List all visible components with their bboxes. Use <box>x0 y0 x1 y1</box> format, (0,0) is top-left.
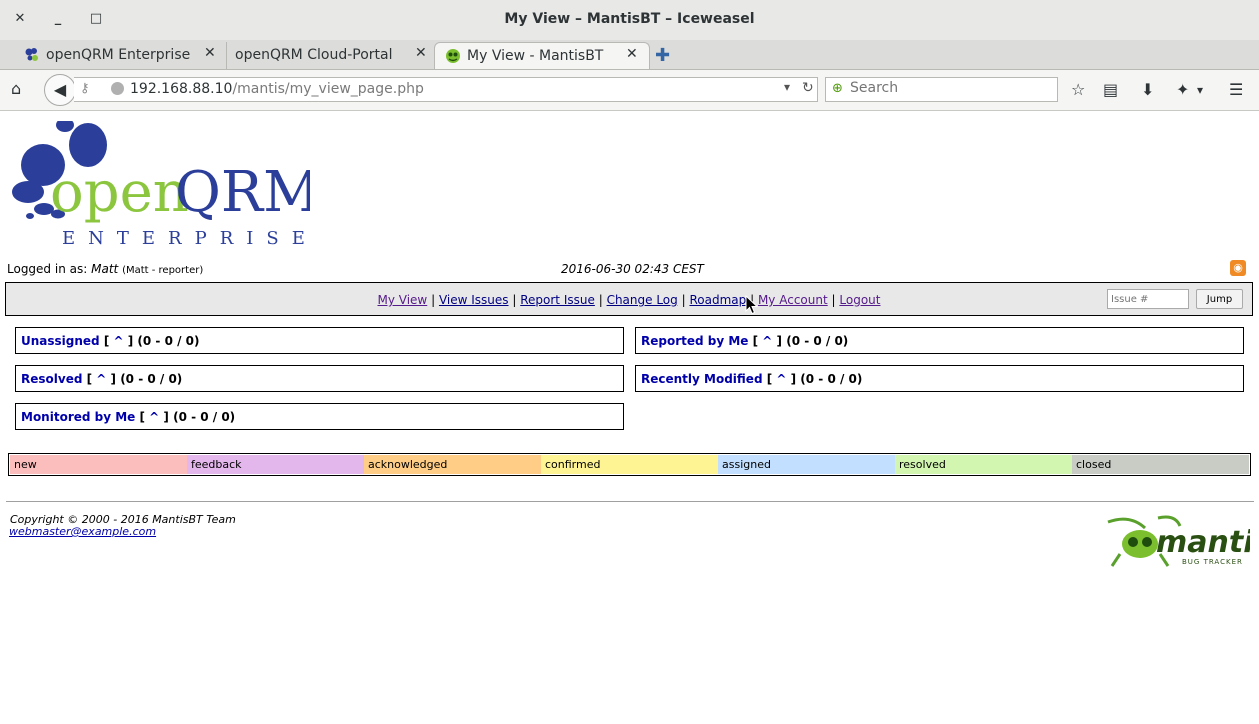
svg-text:ENTERPRISE: ENTERPRISE <box>62 228 310 247</box>
monitored-by-me-collapse-link[interactable]: ^ <box>149 410 159 424</box>
legend-status-assigned: assigned <box>718 455 895 474</box>
menu-separator: | <box>512 293 517 307</box>
svg-text:mantis: mantis <box>1156 525 1250 560</box>
webmaster-email-link[interactable]: webmaster@example.com <box>9 525 156 538</box>
url-bar[interactable]: ⚷ 192.168.88.10/mantis/my_view_page.php … <box>74 77 818 102</box>
back-button[interactable]: ◀ <box>44 74 76 106</box>
bookmarks-list-icon[interactable]: ▤ <box>1103 80 1118 99</box>
reload-icon[interactable]: ↻ <box>802 80 814 96</box>
addon-icon[interactable]: ✦ <box>1176 80 1189 99</box>
bookmark-star-icon[interactable]: ☆ <box>1071 80 1085 99</box>
resolved-box: Resolved [ ^ ] (0 - 0 / 0) <box>15 365 624 392</box>
reported-by-me-counts: (0 - 0 / 0) <box>786 334 849 348</box>
tab-strip: openQRM Enterprise ... ✕ openQRM Cloud-P… <box>0 40 1259 70</box>
web-content: open QRM ENTERPRISE Logged in as: Matt (… <box>0 111 1259 724</box>
status-color-legend: new feedback acknowledged confirmed assi… <box>8 453 1251 476</box>
svg-text:open: open <box>50 160 189 225</box>
url-history-dropdown-icon[interactable]: ▾ <box>784 80 790 94</box>
search-box[interactable]: ⊕ <box>825 77 1058 102</box>
main-menu-bar: My View | View Issues | Report Issue | C… <box>5 282 1253 316</box>
menu-logout-link[interactable]: Logout <box>839 293 880 307</box>
rss-feed-icon[interactable]: ◉ <box>1230 260 1246 276</box>
recently-modified-link[interactable]: Recently Modified <box>641 372 763 386</box>
legend-status-confirmed: confirmed <box>541 455 718 474</box>
monitored-by-me-counts: (0 - 0 / 0) <box>173 410 236 424</box>
legend-status-closed: closed <box>1072 455 1249 474</box>
username: Matt <box>91 262 119 276</box>
reported-by-me-collapse-link[interactable]: ^ <box>762 334 772 348</box>
tab-my-view-mantisbt[interactable]: My View - MantisBT ✕ <box>434 42 650 69</box>
downloads-icon[interactable]: ⬇ <box>1141 80 1154 99</box>
key-icon[interactable]: ⚷ <box>80 81 90 96</box>
legend-status-acknowledged: acknowledged <box>364 455 541 474</box>
legend-status-new: new <box>10 455 187 474</box>
search-engine-icon[interactable]: ⊕ <box>832 81 843 96</box>
footer-divider <box>6 501 1254 502</box>
recently-modified-collapse-link[interactable]: ^ <box>776 372 786 386</box>
monitored-by-me-box: Monitored by Me [ ^ ] (0 - 0 / 0) <box>15 403 624 430</box>
menu-change-log-link[interactable]: Change Log <box>607 293 678 307</box>
resolved-link[interactable]: Resolved <box>21 372 82 386</box>
menu-hamburger-icon[interactable]: ☰ <box>1229 80 1243 99</box>
unassigned-collapse-link[interactable]: ^ <box>114 334 124 348</box>
legend-status-feedback: feedback <box>187 455 364 474</box>
new-tab-button[interactable]: ✚ <box>655 45 670 66</box>
tab-openqrm-enterprise[interactable]: openQRM Enterprise ... ✕ <box>16 42 226 69</box>
tab-label: My View - MantisBT <box>467 48 604 64</box>
svg-text:QRM: QRM <box>175 160 310 225</box>
window-title: My View – MantisBT – Iceweasel <box>504 11 755 27</box>
home-button[interactable]: ⌂ <box>11 79 21 98</box>
reported-by-me-link[interactable]: Reported by Me <box>641 334 748 348</box>
menu-my-view-link[interactable]: My View <box>378 293 428 307</box>
menu-my-account-link[interactable]: My Account <box>758 293 828 307</box>
svg-text:BUG TRACKER: BUG TRACKER <box>1182 558 1243 566</box>
jump-button[interactable]: Jump <box>1196 289 1243 309</box>
addon-dropdown-icon[interactable]: ▾ <box>1197 83 1203 97</box>
tab-openqrm-cloud-portal[interactable]: openQRM Cloud-Portal ✕ <box>226 42 434 69</box>
user-role: (Matt - reporter) <box>122 265 204 276</box>
menu-view-issues-link[interactable]: View Issues <box>439 293 509 307</box>
globe-icon[interactable] <box>111 82 124 95</box>
unassigned-link[interactable]: Unassigned <box>21 334 100 348</box>
legend-status-resolved: resolved <box>895 455 1072 474</box>
menu-report-issue-link[interactable]: Report Issue <box>520 293 595 307</box>
menu-roadmap-link[interactable]: Roadmap <box>689 293 746 307</box>
current-datetime: 2016-06-30 02:43 CEST <box>561 262 704 276</box>
menu-separator: | <box>831 293 836 307</box>
resolved-counts: (0 - 0 / 0) <box>120 372 183 386</box>
tab-label: openQRM Enterprise ... <box>46 47 196 63</box>
mantis-bug-tracker-logo[interactable]: mantis BUG TRACKER <box>1100 514 1250 568</box>
menu-separator: | <box>598 293 603 307</box>
mouse-cursor-icon <box>745 295 759 315</box>
openqrm-favicon-icon <box>25 48 38 61</box>
tab-close-icon[interactable]: ✕ <box>204 45 216 61</box>
window-titlebar: ✕ _ □ My View – MantisBT – Iceweasel <box>0 0 1259 41</box>
unassigned-box: Unassigned [ ^ ] (0 - 0 / 0) <box>15 327 624 354</box>
unassigned-counts: (0 - 0 / 0) <box>137 334 200 348</box>
issue-number-input[interactable] <box>1107 289 1189 309</box>
mantis-favicon-icon <box>446 49 460 63</box>
menu-separator: | <box>431 293 436 307</box>
monitored-by-me-link[interactable]: Monitored by Me <box>21 410 135 424</box>
menu-separator: | <box>681 293 686 307</box>
tab-label: openQRM Cloud-Portal <box>235 47 393 63</box>
resolved-collapse-link[interactable]: ^ <box>96 372 106 386</box>
url-text[interactable]: 192.168.88.10/mantis/my_view_page.php <box>130 81 424 97</box>
search-input[interactable] <box>848 79 1052 97</box>
reported-by-me-box: Reported by Me [ ^ ] (0 - 0 / 0) <box>635 327 1244 354</box>
tab-close-icon[interactable]: ✕ <box>626 46 638 62</box>
menu-links: My View | View Issues | Report Issue | C… <box>6 293 1252 307</box>
tab-close-icon[interactable]: ✕ <box>415 45 427 61</box>
recently-modified-counts: (0 - 0 / 0) <box>800 372 863 386</box>
openqrm-enterprise-logo: open QRM ENTERPRISE <box>12 121 310 247</box>
recently-modified-box: Recently Modified [ ^ ] (0 - 0 / 0) <box>635 365 1244 392</box>
logged-in-info: Logged in as: Matt (Matt - reporter) <box>7 262 204 276</box>
